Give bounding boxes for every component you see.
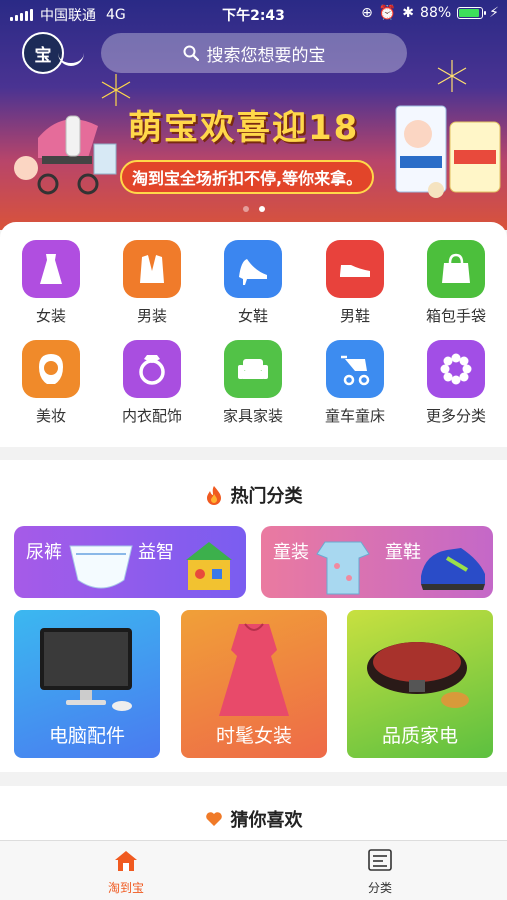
baby-stroller-image — [14, 115, 117, 195]
category-item[interactable]: 美妆 — [6, 340, 96, 426]
category-item[interactable]: 男鞋 — [310, 240, 400, 326]
tab-home-label: 淘到宝 — [107, 881, 144, 895]
banner-pager[interactable] — [0, 206, 507, 212]
quality-appliances-tile[interactable]: 品质家电 — [347, 610, 493, 758]
category-label: 更多分类 — [425, 407, 486, 425]
pager-dot[interactable] — [242, 206, 249, 212]
charging-icon: ⚡ — [489, 5, 499, 21]
computer-accessories-label: 电脑配件 — [48, 725, 125, 747]
shoe-icon — [326, 240, 384, 298]
bottom-tab-bar: 淘到宝 分类 — [0, 840, 507, 900]
search-icon — [183, 45, 199, 61]
logo-text: 宝 — [34, 45, 52, 66]
category-label: 内衣配饰 — [121, 407, 182, 425]
alarm-icon: ⏰ — [378, 5, 397, 21]
fashion-womenswear-tile[interactable]: 时髦女装 — [181, 610, 327, 758]
battery-percent: 88% — [420, 5, 452, 21]
kids-clothes-shoes-banner[interactable]: 童装 童鞋 — [261, 526, 493, 598]
hot-categories-section: 热门分类 尿裤 益智 童装 童鞋 电脑配件 时髦女装 品质家电 — [0, 460, 507, 772]
status-bar: 中国联通 4G 下午2:43 ⊕ ⏰ ✱ 88% ⚡ — [0, 0, 507, 28]
category-item[interactable]: 内衣配饰 — [107, 340, 197, 426]
rotation-lock-icon: ⊕ — [361, 5, 373, 21]
category-list-icon — [368, 849, 392, 871]
kids-clothes-label: 童装 — [273, 542, 309, 563]
category-item[interactable]: 女装 — [6, 240, 96, 326]
educational-toy-label: 益智 — [138, 542, 174, 563]
shape-sorter-toy-image — [186, 542, 232, 590]
banner-title: 萌宝欢喜迎18 — [128, 108, 360, 148]
tab-home[interactable]: 淘到宝 — [66, 847, 186, 896]
woman-face-icon — [22, 340, 80, 398]
hero-banner-area: 中国联通 4G 下午2:43 ⊕ ⏰ ✱ 88% ⚡ 宝 搜索您想要的宝 萌宝欢… — [0, 0, 507, 230]
category-label: 男装 — [136, 307, 167, 325]
ring-icon — [123, 340, 181, 398]
tab-category[interactable]: 分类 — [320, 847, 440, 896]
dress-icon — [22, 240, 80, 298]
diaper-label: 尿裤 — [26, 542, 62, 563]
category-item[interactable]: 箱包手袋 — [411, 240, 501, 326]
computer-accessories-tile[interactable]: 电脑配件 — [14, 610, 160, 758]
heart-icon — [205, 812, 222, 826]
stroller-icon — [326, 340, 384, 398]
bluetooth-icon: ✱ — [402, 5, 415, 21]
category-grid: 女装 男装 女鞋 男鞋 箱包手袋美妆 内衣配饰 家具家装 童车童床 更多分类 — [0, 222, 507, 447]
guess-section-header: 猜你喜欢 — [0, 806, 507, 832]
category-label: 家具家装 — [222, 407, 283, 425]
category-item[interactable]: 更多分类 — [411, 340, 501, 426]
logo-swoosh-decoration — [58, 52, 84, 66]
fashion-womenswear-label: 时髦女装 — [215, 725, 292, 747]
hot-section-title: 热门分类 — [230, 486, 303, 507]
quality-appliances-label: 品质家电 — [381, 725, 458, 747]
home-icon — [115, 851, 137, 871]
tab-category-label: 分类 — [367, 881, 392, 895]
electric-griddle-image — [367, 642, 469, 708]
diapers-milk-products-image — [395, 105, 501, 198]
kids-clothes-image — [316, 541, 370, 595]
search-placeholder: 搜索您想要的宝 — [206, 45, 326, 66]
category-label: 男鞋 — [339, 307, 370, 325]
battery-icon — [457, 7, 487, 19]
firework-decoration-icon — [437, 60, 467, 92]
suit-icon — [123, 240, 181, 298]
category-label: 箱包手袋 — [425, 307, 486, 325]
high-heel-icon — [224, 240, 282, 298]
diaper-image — [69, 545, 133, 589]
banner-subtitle: 淘到宝全场折扣不停,等你来拿。 — [120, 160, 375, 194]
category-item[interactable]: 女鞋 — [208, 240, 298, 326]
fire-icon — [206, 486, 221, 505]
monitor-image — [40, 628, 132, 711]
pager-dot-active[interactable] — [258, 206, 265, 212]
category-item[interactable]: 男装 — [107, 240, 197, 326]
category-label: 女装 — [35, 307, 66, 325]
category-label: 美妆 — [35, 407, 66, 425]
category-label: 女鞋 — [237, 307, 268, 325]
category-label: 童车童床 — [324, 407, 385, 425]
guess-you-like-section: 猜你喜欢 — [0, 786, 507, 846]
sofa-icon — [224, 340, 282, 398]
search-bar[interactable]: 搜索您想要的宝 — [101, 33, 407, 73]
kids-shoe-image — [421, 548, 485, 590]
diaper-toy-banner[interactable]: 尿裤 益智 — [14, 526, 246, 598]
handbag-icon — [427, 240, 485, 298]
guess-section-title: 猜你喜欢 — [230, 810, 303, 831]
pink-dress-image — [219, 623, 289, 716]
hot-section-header: 热门分类 — [0, 482, 507, 508]
kids-shoes-label: 童鞋 — [385, 542, 421, 563]
flower-icon — [427, 340, 485, 398]
category-item[interactable]: 家具家装 — [208, 340, 298, 426]
category-item[interactable]: 童车童床 — [310, 340, 400, 426]
